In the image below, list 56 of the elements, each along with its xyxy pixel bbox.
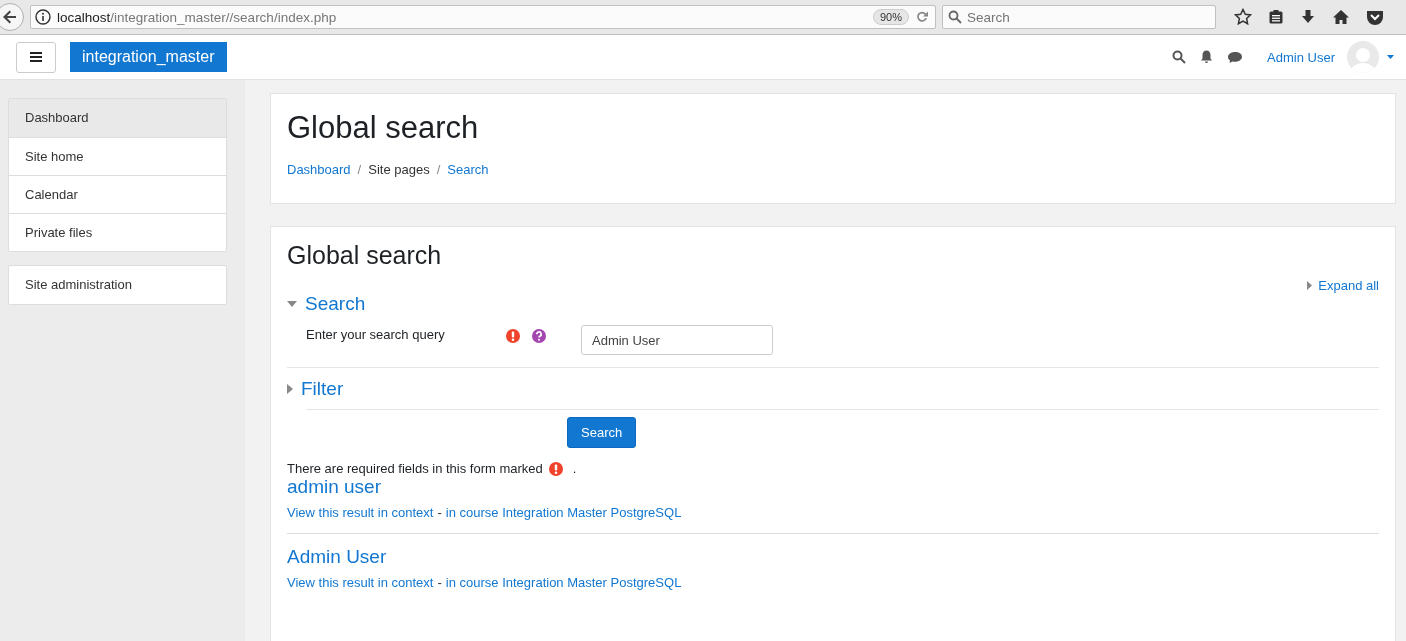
required-icon <box>506 329 520 343</box>
download-icon[interactable] <box>1300 9 1316 25</box>
expanded-caret-icon[interactable] <box>287 301 297 307</box>
back-button[interactable] <box>0 3 24 31</box>
field-label: Enter your search query <box>306 326 446 342</box>
context-link[interactable]: View this result in context <box>287 575 434 590</box>
clipboard-icon[interactable] <box>1268 9 1284 25</box>
url-text: localhost/integration_master//search/index.php <box>57 9 337 25</box>
menu-button[interactable] <box>16 41 56 73</box>
breadcrumb-link[interactable]: Search <box>447 162 489 177</box>
breadcrumb-separator: / <box>436 162 441 177</box>
link-separator: - <box>437 505 442 520</box>
info-icon[interactable] <box>35 9 51 25</box>
link-separator: - <box>437 575 442 590</box>
breadcrumb-text: Site pages <box>368 162 430 177</box>
home-icon[interactable] <box>1332 9 1350 25</box>
chat-bubble-icon[interactable] <box>1227 50 1244 64</box>
search-query-field[interactable]: Admin User <box>581 325 773 355</box>
sidebar-item[interactable]: Dashboard <box>9 99 226 137</box>
sidebar-item[interactable]: Private files <box>9 213 226 251</box>
sidebar-item[interactable]: Site administration <box>9 266 226 304</box>
breadcrumb-link[interactable]: Dashboard <box>287 162 351 177</box>
sidebar-item[interactable]: Site home <box>9 137 226 175</box>
search-icon <box>948 10 962 24</box>
collapsed-caret-icon[interactable] <box>287 384 293 394</box>
address-bar[interactable]: localhost/integration_master//search/index.php 90% <box>30 5 936 29</box>
expand-all-link[interactable]: Expand all <box>1318 278 1379 293</box>
result-title-link[interactable]: admin user <box>287 476 1379 498</box>
page-title: Global search <box>287 110 480 146</box>
context-link[interactable]: View this result in context <box>287 505 434 520</box>
bell-icon[interactable] <box>1200 50 1214 64</box>
required-note: There are required fields in this form marked <box>287 461 543 476</box>
result-title-link[interactable]: Admin User <box>287 546 1379 568</box>
breadcrumb-separator: / <box>357 162 362 177</box>
menu-icon <box>30 52 42 62</box>
form-title: Global search <box>287 241 443 270</box>
dropdown-caret-icon[interactable] <box>1387 55 1394 59</box>
collapsed-caret-icon <box>1307 281 1313 290</box>
help-icon[interactable] <box>532 329 546 343</box>
browser-search-field[interactable]: Search <box>942 5 1216 29</box>
sidebar-item[interactable]: Calendar <box>9 175 226 213</box>
reload-icon[interactable] <box>915 10 929 24</box>
course-link[interactable]: in course Integration Master PostgreSQL <box>445 505 682 520</box>
course-link[interactable]: in course Integration Master PostgreSQL <box>445 575 682 590</box>
search-button[interactable]: Search <box>567 417 637 448</box>
search-icon[interactable] <box>1172 50 1187 64</box>
required-icon <box>548 461 563 476</box>
note-period: . <box>572 461 577 476</box>
back-arrow-icon <box>2 9 18 25</box>
site-name-link[interactable]: integration_master <box>70 42 227 72</box>
section-toggle-link[interactable]: Filter <box>301 378 344 400</box>
star-icon[interactable] <box>1234 8 1252 26</box>
user-name-link[interactable]: Admin User <box>1267 49 1335 65</box>
pocket-icon[interactable] <box>1366 9 1384 25</box>
zoom-level[interactable]: 90% <box>872 9 909 25</box>
section-toggle-link[interactable]: Search <box>305 293 366 315</box>
